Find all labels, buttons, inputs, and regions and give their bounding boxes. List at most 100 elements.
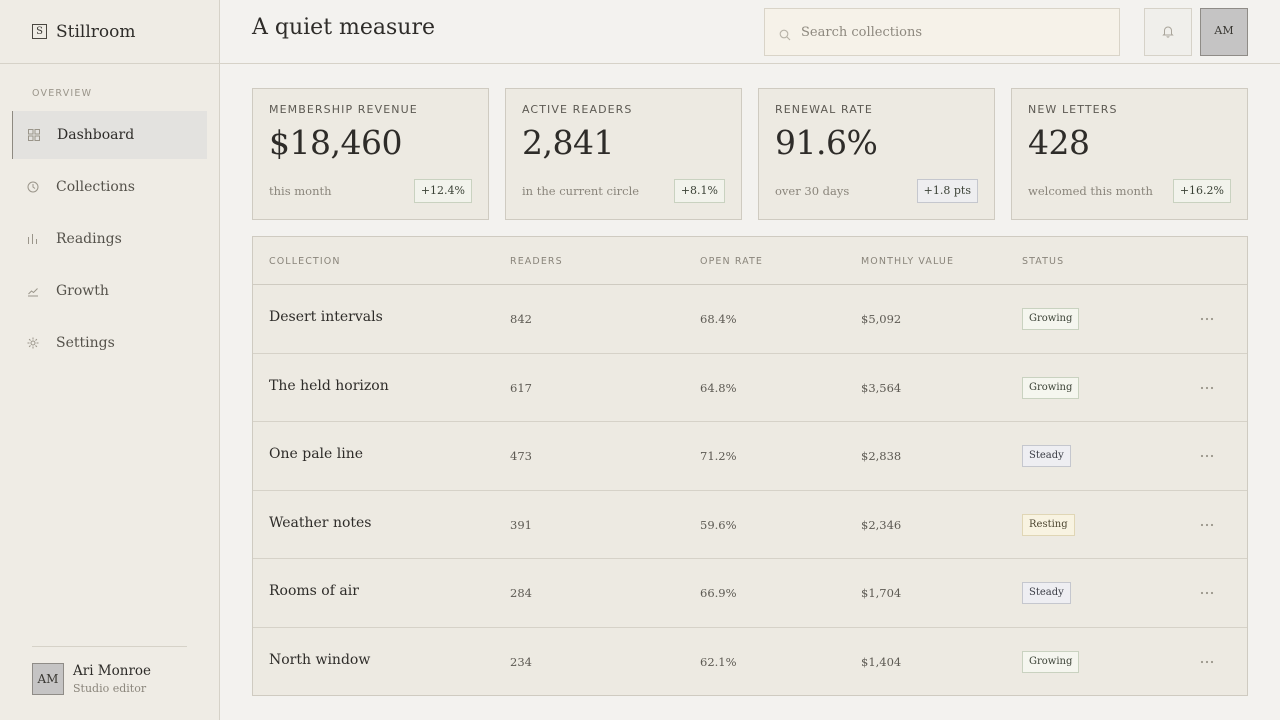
stat-value: 2,841 [522,123,614,162]
cell-monthly-value: $2,346 [861,517,902,532]
sidebar-item-dashboard[interactable]: Dashboard [12,111,207,159]
sidebar-nav: Dashboard Collections Readings Growth Se… [12,111,207,371]
table-header: COLLECTION READERS OPEN RATE MONTHLY VAL… [253,237,1247,285]
stat-card-new-letters: NEW LETTERS 428 welcomed this month +16.… [1011,88,1248,220]
account-avatar-button[interactable]: AM [1200,8,1248,56]
table-row[interactable]: North window 234 62.1% $1,404 Growing [253,628,1247,697]
sidebar-item-growth[interactable]: Growth [12,267,207,315]
sidebar-item-readings[interactable]: Readings [12,215,207,263]
avatar: AM [32,663,64,695]
table-row[interactable]: One pale line 473 71.2% $2,838 Steady [253,422,1247,491]
more-horizontal-icon[interactable] [1198,379,1216,397]
stat-value: 428 [1028,123,1090,162]
top-bar: A quiet measure AM [220,0,1280,64]
more-horizontal-icon[interactable] [1198,516,1216,534]
more-horizontal-icon[interactable] [1198,653,1216,671]
stat-card-renewal-rate: RENEWAL RATE 91.6% over 30 days +1.8 pts [758,88,995,220]
stat-caption: welcomed this month [1028,184,1153,198]
cell-collection-name: One pale line [269,446,364,462]
status-badge: Steady [1022,582,1071,604]
column-header-monthly-value[interactable]: MONTHLY VALUE [861,256,954,267]
stat-label: MEMBERSHIP REVENUE [269,103,418,116]
sidebar-item-label: Dashboard [57,127,135,143]
stat-caption: this month [269,184,332,198]
table-row[interactable]: Rooms of air 284 66.9% $1,704 Steady [253,559,1247,628]
cell-monthly-value: $3,564 [861,380,902,395]
nav-section-label: OVERVIEW [32,88,93,99]
sidebar-item-collections[interactable]: Collections [12,163,207,211]
search-box[interactable] [764,8,1120,56]
more-horizontal-icon[interactable] [1198,447,1216,465]
sun-gear-icon [27,337,39,349]
status-badge: Growing [1022,376,1080,399]
table-body: Desert intervals 842 68.4% $5,092 Growing The… [253,285,1247,696]
stat-delta-badge: +1.8 pts [916,179,978,203]
cell-monthly-value: $2,838 [861,449,902,463]
cell-collection-name: Weather notes [269,514,372,531]
stat-cards: MEMBERSHIP REVENUE $18,460 this month +1… [252,88,1248,220]
status-badge: Resting [1022,513,1075,536]
more-horizontal-icon[interactable] [1198,584,1216,602]
cell-readers: 473 [510,449,532,463]
sidebar-item-label: Collections [56,179,135,195]
brand-name: Stillroom [56,21,136,42]
cell-readers: 391 [510,517,532,532]
sidebar-item-label: Readings [56,231,122,247]
cell-open-rate: 59.6% [700,517,737,532]
status-badge: Growing [1022,650,1080,673]
cell-open-rate: 68.4% [700,312,737,326]
sidebar-item-label: Growth [56,283,109,299]
cell-collection-name: Desert intervals [269,309,383,325]
sidebar: S Stillroom OVERVIEW Dashboard Collectio… [0,0,220,720]
column-header-status[interactable]: STATUS [1022,256,1064,267]
cell-open-rate: 64.8% [700,380,737,395]
stat-label: RENEWAL RATE [775,103,873,116]
stat-label: ACTIVE READERS [522,103,633,116]
cell-monthly-value: $1,704 [861,586,902,600]
grid-icon [28,129,40,141]
stat-card-membership-revenue: MEMBERSHIP REVENUE $18,460 this month +1… [252,88,489,220]
sidebar-item-settings[interactable]: Settings [12,319,207,367]
cell-readers: 284 [510,586,532,600]
cell-collection-name: North window [269,651,371,668]
trend-line-icon [27,285,39,297]
search-input[interactable] [801,24,1101,40]
table-row[interactable]: Weather notes 391 59.6% $2,346 Resting [253,491,1247,559]
notifications-button[interactable] [1144,8,1192,56]
stat-label: NEW LETTERS [1028,103,1118,116]
cell-open-rate: 62.1% [700,654,737,669]
cell-readers: 234 [510,654,532,669]
search-icon [779,26,791,41]
sidebar-item-label: Settings [56,335,115,351]
status-badge: Growing [1022,308,1080,330]
stat-card-active-readers: ACTIVE READERS 2,841 in the current circ… [505,88,742,220]
bell-icon [1161,23,1175,42]
bar-chart-icon [27,233,39,245]
collections-table: COLLECTION READERS OPEN RATE MONTHLY VAL… [252,236,1248,696]
cell-collection-name: The held horizon [269,377,389,394]
user-profile[interactable]: AM Ari Monroe Studio editor [32,646,187,695]
brand[interactable]: S Stillroom [0,0,219,64]
stat-delta-badge: +12.4% [413,179,472,203]
user-role: Studio editor [73,682,147,695]
stat-value: $18,460 [269,123,402,162]
clock-icon [27,181,39,193]
status-badge: Steady [1022,445,1071,467]
column-header-collection[interactable]: COLLECTION [269,256,341,267]
cell-monthly-value: $5,092 [861,312,902,326]
user-name: Ari Monroe [73,663,152,679]
cell-open-rate: 71.2% [700,449,737,463]
column-header-readers[interactable]: READERS [510,256,563,267]
more-horizontal-icon[interactable] [1198,310,1216,328]
stat-delta-badge: +8.1% [673,179,725,203]
table-row[interactable]: The held horizon 617 64.8% $3,564 Growing [253,354,1247,422]
cell-open-rate: 66.9% [700,586,737,600]
brand-logo-icon: S [32,24,47,39]
stat-caption: over 30 days [775,184,850,198]
column-header-open-rate[interactable]: OPEN RATE [700,256,763,267]
cell-monthly-value: $1,404 [861,654,902,669]
page-title: A quiet measure [252,15,436,40]
stat-caption: in the current circle [522,184,640,198]
stat-value: 91.6% [775,123,878,162]
table-row[interactable]: Desert intervals 842 68.4% $5,092 Growing [253,285,1247,354]
